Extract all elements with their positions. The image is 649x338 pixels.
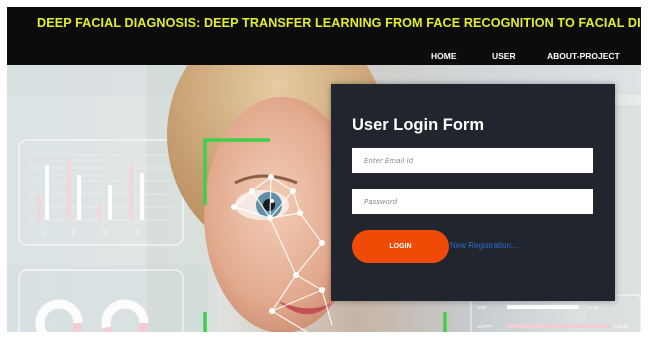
chart-tick-3: 3	[103, 230, 107, 237]
nav-home[interactable]: HOME	[431, 51, 457, 61]
site-header: DEEP FACIAL DIAGNOSIS: DEEP TRANSFER LEA…	[7, 7, 641, 65]
nav-user[interactable]: USER	[492, 51, 516, 61]
login-form: User Login Form LOGIN New Registration..…	[331, 84, 615, 301]
hud-label-sad: SAD	[477, 305, 487, 310]
password-field[interactable]	[352, 189, 593, 214]
email-field[interactable]	[352, 148, 593, 173]
nav-about-project[interactable]: ABOUT-PROJECT	[547, 51, 620, 61]
chart-tick-2: 2	[71, 230, 75, 237]
new-registration-link[interactable]: New Registration...	[450, 241, 518, 250]
site-title: DEEP FACIAL DIAGNOSIS: DEEP TRANSFER LEA…	[37, 16, 641, 30]
hud-value-happy: 148.36	[614, 324, 628, 329]
chart-tick-1: 1	[41, 230, 45, 237]
hud-bar-sad	[507, 305, 579, 309]
login-form-title: User Login Form	[352, 116, 485, 134]
hud-bar-happy	[507, 324, 610, 328]
hud-value-sad: 17.38	[587, 305, 599, 310]
page-frame: DEEP FACIAL DIAGNOSIS: DEEP TRANSFER LEA…	[7, 7, 641, 332]
login-button[interactable]: LOGIN	[352, 230, 449, 263]
chart-tick-4: 4	[135, 230, 139, 237]
hud-label-happy: HAPPY	[477, 324, 492, 329]
